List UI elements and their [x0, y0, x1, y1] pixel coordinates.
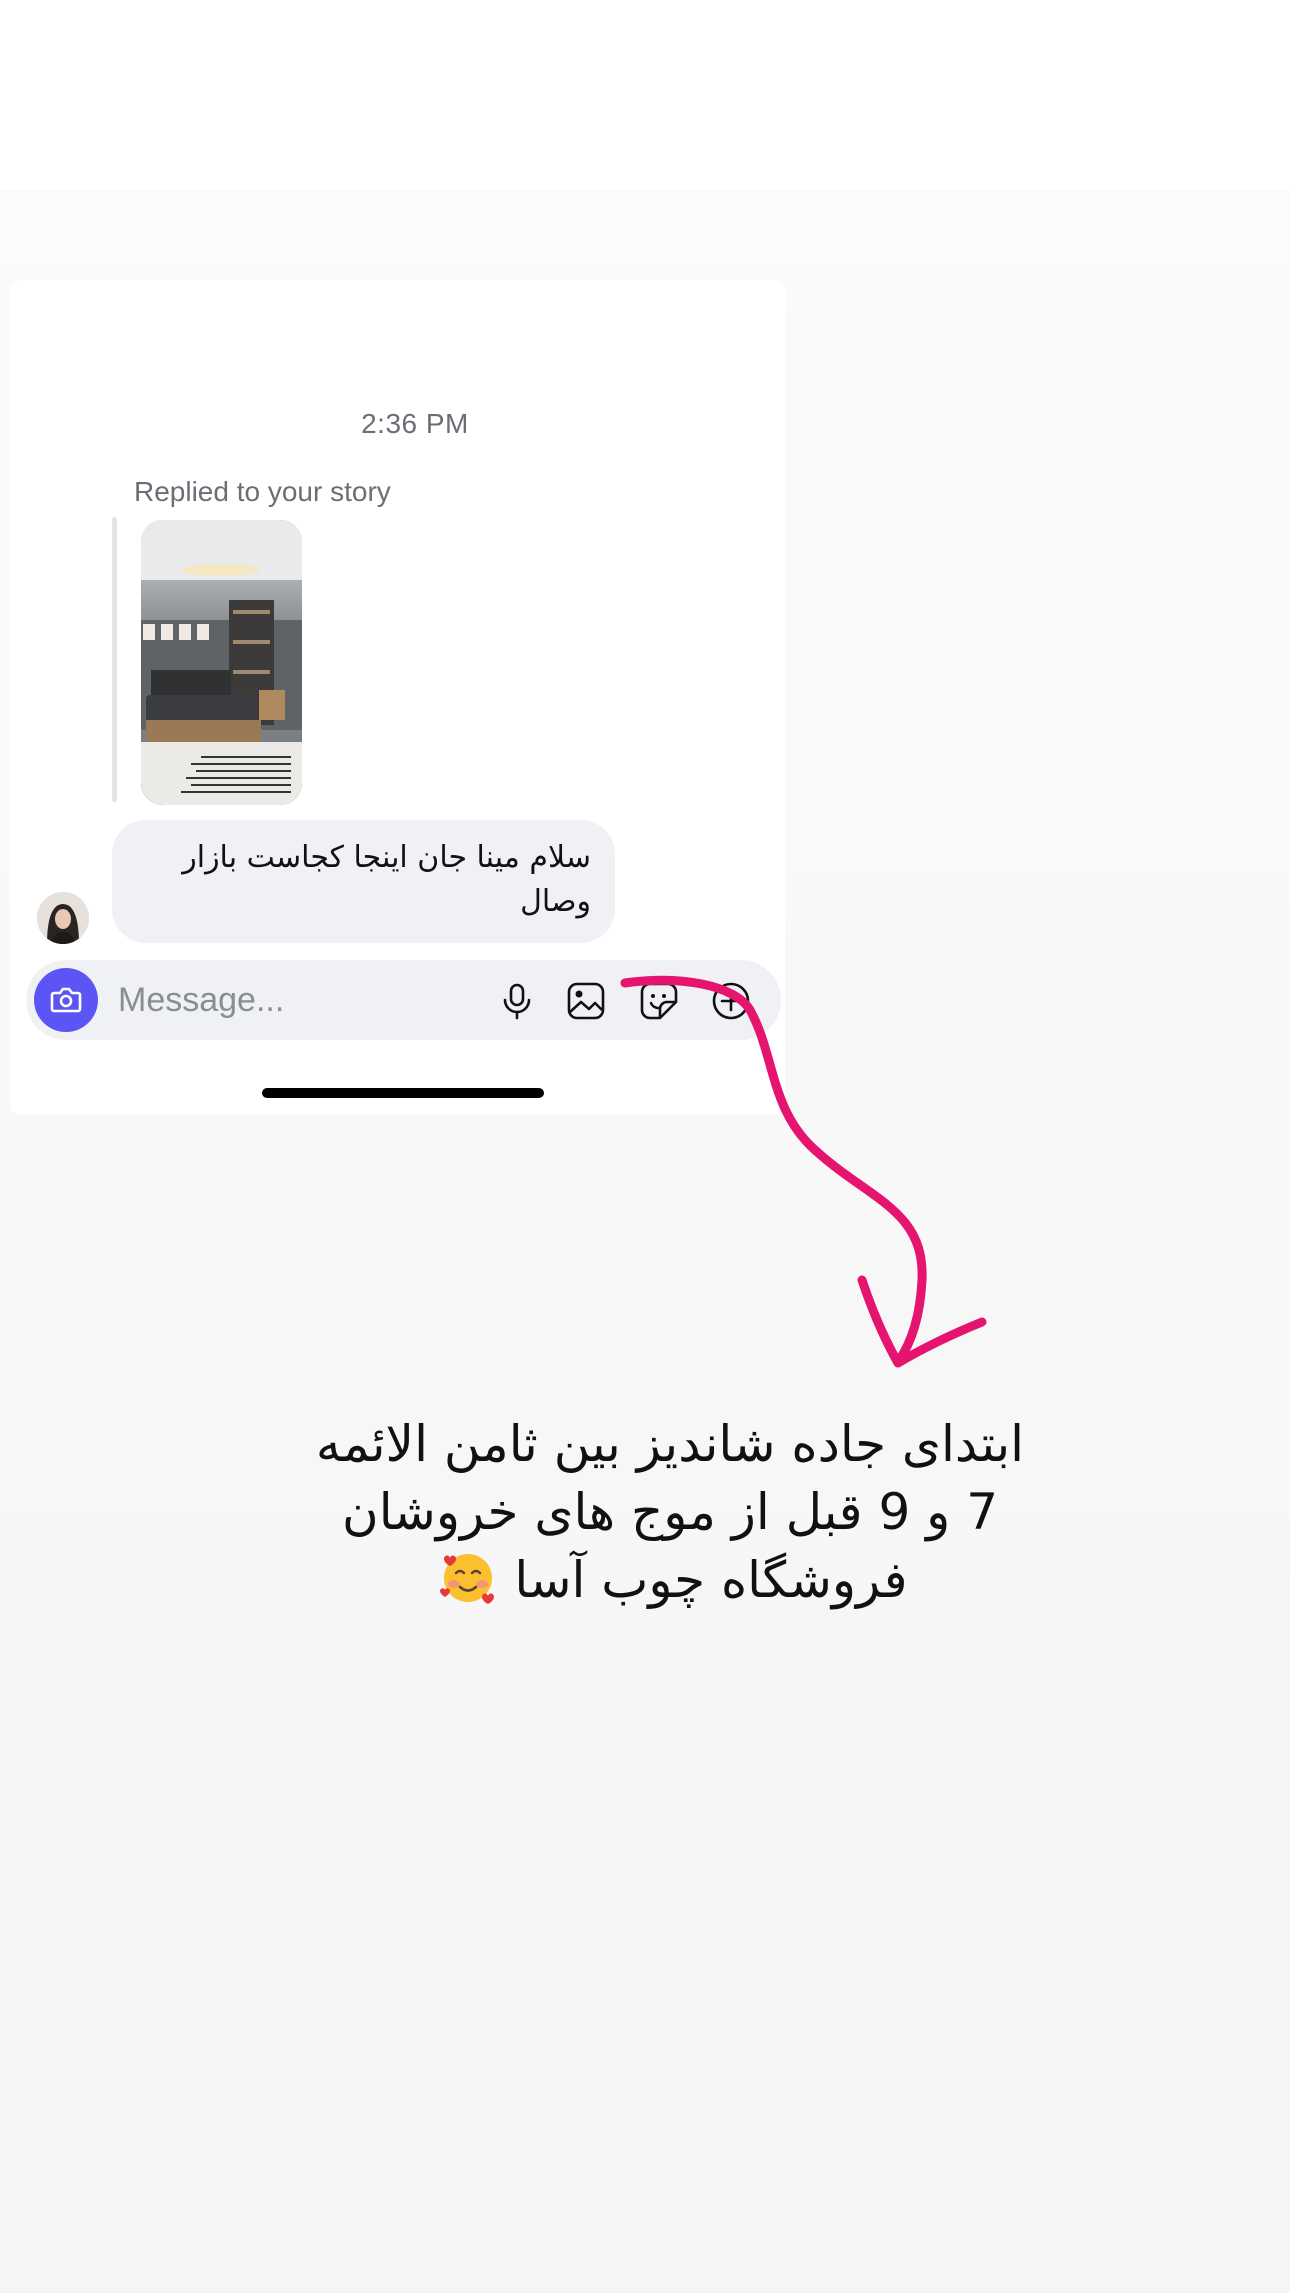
message-timestamp: 2:36 PM — [361, 408, 469, 439]
gallery-button[interactable] — [563, 978, 609, 1024]
plus-circle-icon — [712, 982, 750, 1020]
annotation-caption: ابتدای جاده شاندیز بین ثامن الائمه 7 و 9… — [170, 1410, 1170, 1614]
arrow-head — [857, 1275, 987, 1368]
message-text-line-2: وصال — [520, 884, 591, 919]
message-text-line-1: سلام مینا جان اینجا کجاست بازار — [182, 840, 591, 875]
gallery-icon — [567, 982, 605, 1020]
dm-screenshot: 2:36 PM Replied to your story سلام مینا … — [10, 280, 785, 1115]
story-thumbnail[interactable] — [141, 520, 302, 805]
microphone-button[interactable] — [494, 978, 540, 1024]
camera-icon — [50, 987, 82, 1013]
avatar[interactable] — [37, 892, 89, 944]
caption-line-3-wrap: فروشگاه چوب آسا — [170, 1546, 1170, 1614]
sticker-button[interactable] — [636, 978, 682, 1024]
microphone-icon — [503, 983, 531, 1020]
sticker-icon — [640, 982, 678, 1020]
message-composer — [26, 960, 781, 1040]
home-indicator — [262, 1088, 544, 1098]
message-bubble: سلام مینا جان اینجا کجاست بازار وصال — [112, 820, 615, 943]
smiling-face-with-hearts-icon — [440, 1554, 495, 1604]
replied-to-story-label: Replied to your story — [134, 476, 391, 507]
camera-button[interactable] — [34, 968, 98, 1032]
caption-line-2: 7 و 9 قبل از موج های خروشان — [341, 1483, 999, 1541]
top-blank-area — [0, 0, 1290, 190]
caption-line-1: ابتدای جاده شاندیز بین ثامن الائمه — [315, 1415, 1025, 1473]
reply-indicator-bar — [112, 517, 117, 802]
message-input[interactable] — [118, 978, 458, 1022]
caption-line-3: فروشگاه چوب آسا — [514, 1551, 908, 1609]
more-button[interactable] — [708, 978, 754, 1024]
